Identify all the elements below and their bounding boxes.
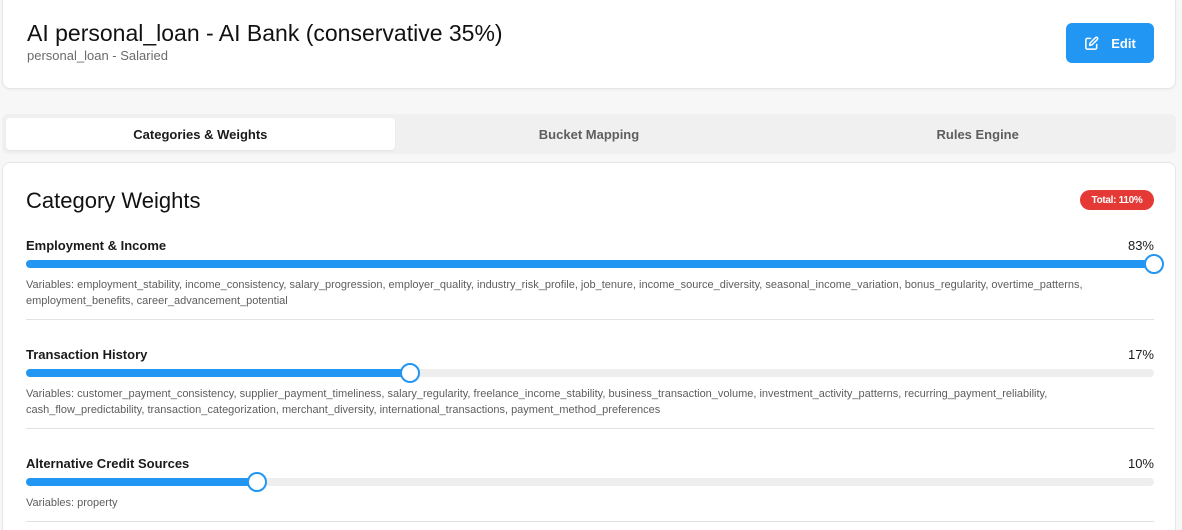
tab-rules-engine[interactable]: Rules Engine xyxy=(783,118,1172,150)
tab-categories-weights[interactable]: Categories & Weights xyxy=(6,118,395,150)
weight-slider[interactable] xyxy=(26,363,1154,383)
category-name: Employment & Income xyxy=(26,238,167,253)
category-name: Alternative Credit Sources xyxy=(26,456,190,471)
edit-button[interactable]: Edit xyxy=(1066,23,1154,63)
section-title: Category Weights xyxy=(26,188,201,213)
slider-thumb[interactable] xyxy=(247,472,268,492)
edit-button-label: Edit xyxy=(1111,35,1136,51)
category-percent: 17% xyxy=(1127,347,1154,362)
category-weights-card: Category Weights Total: 110% Employment … xyxy=(2,162,1176,530)
category-percent: 83% xyxy=(1127,238,1154,253)
tab-bucket-mapping[interactable]: Bucket Mapping xyxy=(395,118,784,150)
category-percent: 10% xyxy=(1127,456,1154,471)
category-name: Transaction History xyxy=(26,347,148,362)
edit-icon xyxy=(1084,36,1099,51)
weight-slider[interactable] xyxy=(26,254,1164,274)
slider-thumb[interactable] xyxy=(399,363,420,383)
page-subtitle: personal_loan - Salaried xyxy=(27,48,168,63)
tab-bar: Categories & Weights Bucket Mapping Rule… xyxy=(2,114,1176,154)
category-variables: Variables: property xyxy=(26,497,118,509)
weight-slider[interactable] xyxy=(26,472,1154,492)
category-variables: Variables: customer_payment_consistency,… xyxy=(26,388,1048,416)
category-variables: Variables: employment_stability, income_… xyxy=(26,279,1083,307)
slider-fill xyxy=(26,260,1154,268)
page-title: AI personal_loan - AI Bank (conservative… xyxy=(27,20,503,46)
divider xyxy=(26,428,1154,429)
slider-fill xyxy=(26,478,258,486)
slider-thumb[interactable] xyxy=(1144,254,1164,274)
divider xyxy=(26,521,1154,522)
slider-fill xyxy=(26,369,410,377)
total-badge: Total: 110% xyxy=(1080,190,1154,210)
header-card: AI personal_loan - AI Bank (conservative… xyxy=(2,0,1176,89)
divider xyxy=(26,319,1154,320)
